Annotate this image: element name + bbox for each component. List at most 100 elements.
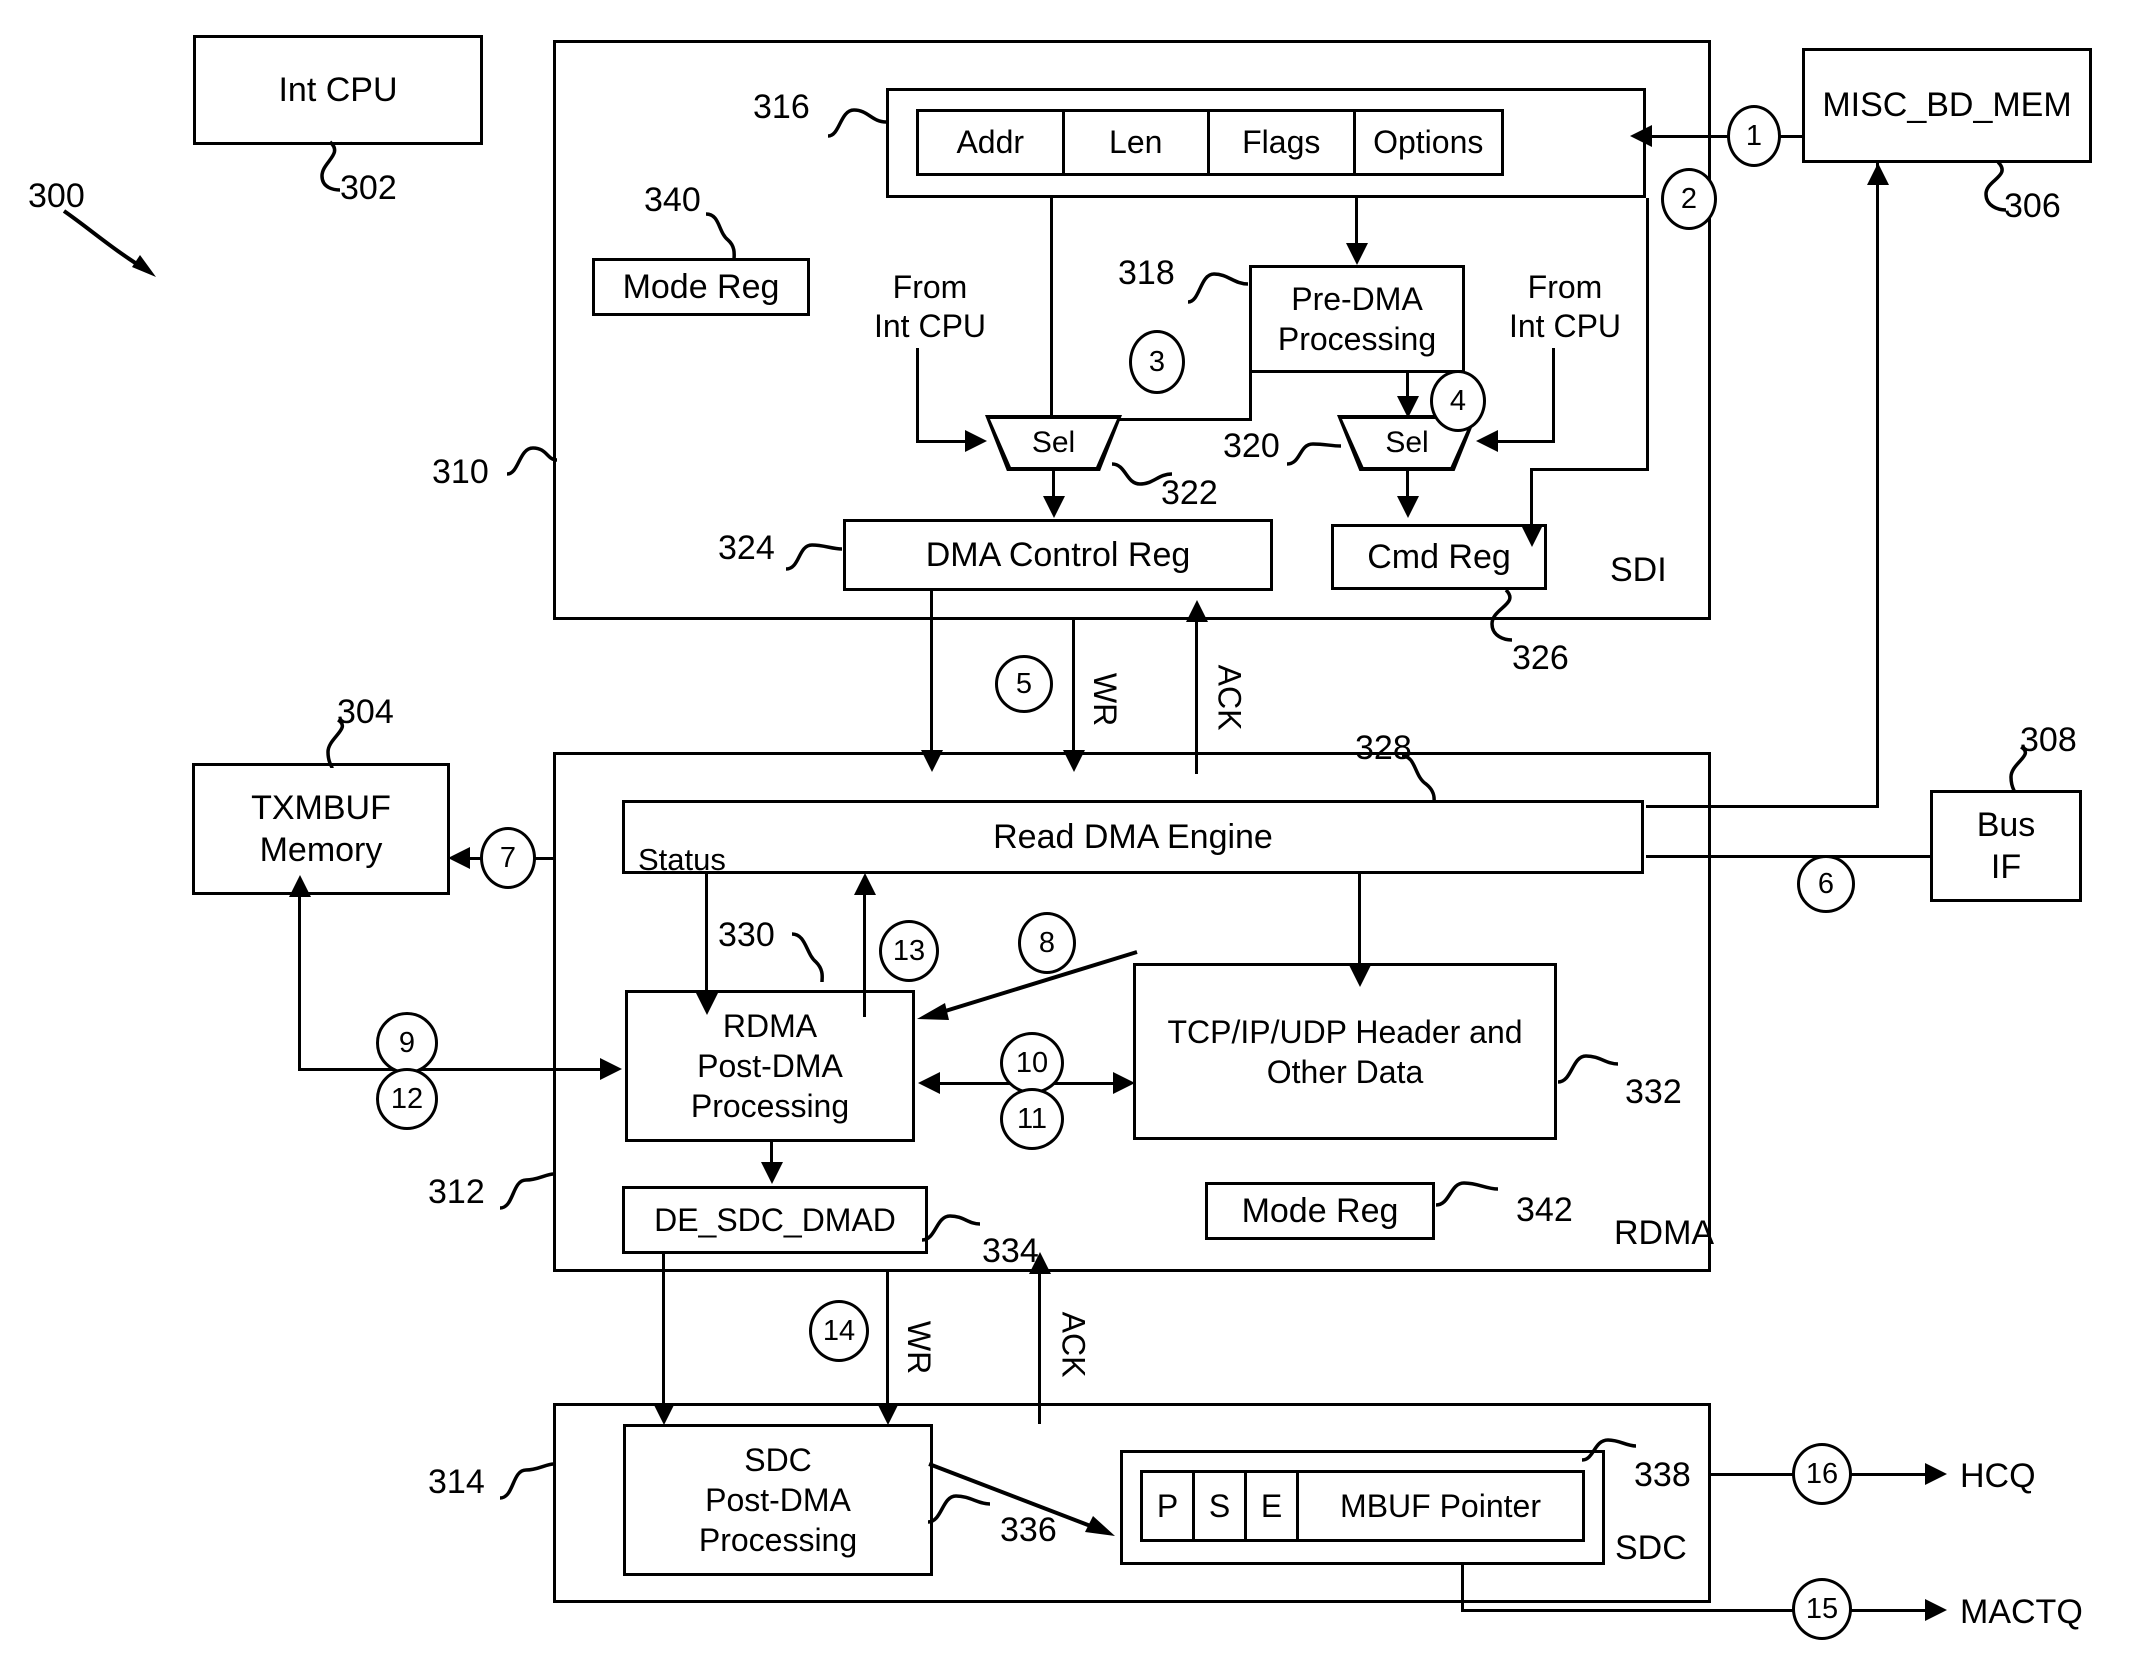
leader-326: [1490, 588, 1513, 642]
mbuf-cell-s-label: S: [1208, 1487, 1231, 1524]
cmd-reg-block: Cmd Reg: [1331, 524, 1547, 590]
ref-332: 332: [1625, 1073, 1682, 1111]
sdc-post-dma-processing-block: SDC Post-DMA Processing: [623, 1424, 933, 1576]
leader-316: [827, 108, 887, 138]
line-status-down: [705, 874, 708, 994]
ref-310: 310: [432, 453, 489, 491]
line-to-mactq: [1461, 1609, 1930, 1612]
line-to-rdma-post: [298, 1068, 608, 1071]
step-circle-7-label: 7: [499, 841, 517, 874]
sel-mux-right-label: Sel: [1385, 426, 1429, 459]
step-circle-13: 13: [879, 920, 939, 982]
bd-cell-len-label: Len: [1109, 124, 1163, 160]
arrowhead-step13: [854, 873, 876, 895]
ref-340: 340: [644, 181, 701, 219]
ref-338: 338: [1634, 1456, 1691, 1494]
tcp-header-l2: Other Data: [1266, 1053, 1424, 1090]
step-circle-11-label: 11: [1016, 1102, 1048, 1135]
line-rdma-to-miscbd-h: [1646, 805, 1879, 808]
line-txmbuf-up: [298, 895, 301, 1070]
step-circle-9: 9: [376, 1012, 438, 1074]
from-int-cpu-left-label: From Int CPU: [860, 268, 1000, 346]
figure-300-arrow: [62, 209, 156, 277]
arrowhead-to-rdma-post: [600, 1058, 622, 1080]
sdc-container-label: SDC: [1615, 1529, 1687, 1567]
int-cpu-block: Int CPU: [193, 35, 483, 145]
arrowhead-rdma-to-miscbd: [1867, 163, 1889, 185]
ref-316: 316: [753, 88, 810, 126]
step-circle-1-label: 1: [1745, 119, 1763, 152]
de-sdc-dmad-block: DE_SDC_DMAD: [622, 1186, 928, 1254]
leader-340: [705, 212, 736, 261]
from-int-cpu-right-l1: From: [1527, 269, 1603, 305]
arrowhead-rde-to-tcp: [1349, 965, 1371, 987]
leader-338: [1581, 1438, 1637, 1462]
ack-bottom-label: ACK: [1055, 1311, 1092, 1378]
step-circle-3-label: 3: [1148, 345, 1166, 378]
status-label: Status: [638, 842, 726, 877]
step-circle-15: 15: [1792, 1578, 1852, 1640]
line-intcpu-right-down: [1552, 348, 1555, 443]
step-circle-16-label: 16: [1805, 1457, 1839, 1490]
arrowhead-txmbuf-up: [289, 875, 311, 897]
line-intcpu-right-left: [1494, 440, 1554, 443]
bus-if-line2: IF: [1990, 848, 2022, 886]
int-cpu-label: Int CPU: [278, 70, 398, 109]
line-selright-to-cmdreg: [1406, 471, 1409, 497]
leader-312: [499, 1172, 555, 1210]
arrowhead-wr-bottom: [877, 1403, 899, 1425]
sel-mux-left-label: Sel: [1031, 426, 1076, 459]
dma-control-reg-label: DMA Control Reg: [925, 535, 1191, 574]
arrowhead-misc-to-bd: [1630, 125, 1652, 147]
pre-dma-line2: Processing: [1277, 321, 1437, 357]
txmbuf-memory-block: TXMBUF Memory: [192, 763, 450, 895]
sdc-post-dma-l1: SDC: [744, 1442, 812, 1478]
step-circle-14-label: 14: [822, 1314, 856, 1347]
line-bd-to-sel-left: [1050, 198, 1053, 422]
arrowhead-ack-bottom: [1029, 1252, 1051, 1274]
pre-dma-line1: Pre-DMA: [1291, 281, 1423, 317]
ref-314: 314: [428, 1463, 485, 1501]
arrowhead-selright-to-cmdreg: [1397, 496, 1419, 518]
step-circle-5: 5: [995, 655, 1053, 713]
leader-328: [1401, 754, 1436, 803]
rdma-post-dma-l2: Post-DMA: [697, 1048, 843, 1084]
line-ack-bottom: [1038, 1272, 1041, 1424]
arrowhead-dmareg-to-rdma: [921, 750, 943, 772]
bd-cell-flags: Flags: [1210, 112, 1356, 173]
step-circle-12-label: 12: [390, 1082, 424, 1115]
leader-318: [1187, 272, 1249, 304]
bd-cell-options-label: Options: [1373, 124, 1484, 160]
pre-dma-processing-block: Pre-DMA Processing: [1249, 265, 1465, 373]
step-circle-10: 10: [1000, 1032, 1064, 1094]
step-circle-13-label: 13: [892, 934, 926, 967]
step-circle-4: 4: [1430, 370, 1486, 432]
sdc-post-dma-l3: Processing: [698, 1522, 858, 1558]
bd-cell-addr: Addr: [919, 112, 1065, 173]
step-circle-16: 16: [1792, 1443, 1852, 1505]
step-circle-2: 2: [1661, 168, 1717, 230]
leader-304: [326, 718, 345, 769]
leader-310: [506, 446, 558, 476]
leader-332: [1557, 1054, 1619, 1084]
step-circle-5-label: 5: [1015, 667, 1033, 700]
arrowhead-wr-top: [1063, 750, 1085, 772]
from-int-cpu-right-label: From Int CPU: [1490, 268, 1640, 346]
from-int-cpu-left-l2: Int CPU: [873, 308, 987, 345]
mbuf-field-row: P S E MBUF Pointer: [1140, 1470, 1585, 1542]
line-sdcpost-to-mbuf: [928, 1462, 1115, 1536]
step-circle-1: 1: [1727, 105, 1781, 167]
mbuf-cell-p-label: P: [1156, 1487, 1179, 1524]
leader-342: [1435, 1181, 1499, 1207]
mbuf-cell-pointer: MBUF Pointer: [1299, 1473, 1582, 1539]
step-circle-10-label: 10: [1015, 1046, 1049, 1079]
arrowhead-to-mactq: [1925, 1599, 1947, 1621]
line-intcpu-left-right: [916, 440, 968, 443]
line-mactq-v: [1461, 1565, 1464, 1612]
mactq-label: MACTQ: [1960, 1593, 2083, 1631]
step-circle-8-label: 8: [1038, 926, 1056, 959]
step-circle-2-label: 2: [1680, 182, 1698, 215]
from-int-cpu-right-l2: Int CPU: [1508, 308, 1622, 345]
mode-reg-sdi-block: Mode Reg: [592, 258, 810, 316]
line-busif-to-rdma: [1646, 855, 1932, 858]
